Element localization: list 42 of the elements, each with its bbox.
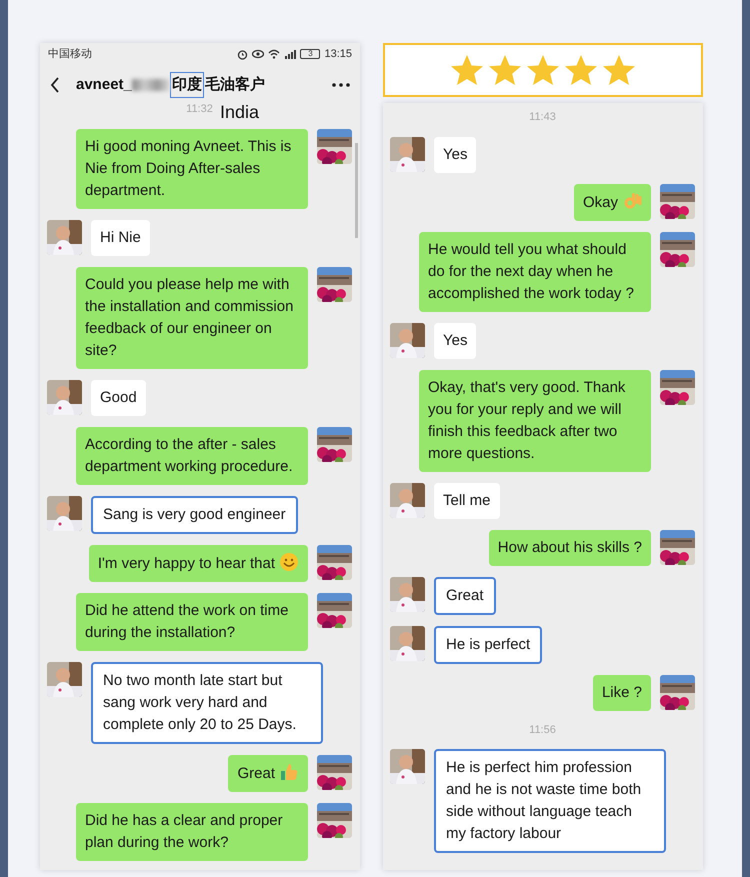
- message-text: Good: [100, 388, 137, 406]
- chat-title: 印度: [172, 74, 202, 96]
- message-text: Sang is very good engineer: [103, 506, 286, 522]
- ok-hand-icon: [622, 190, 642, 210]
- message-text: Did he attend the work on time during the installation?: [85, 602, 288, 640]
- message-text: Hi Nie: [100, 228, 141, 246]
- chat-title: avneet_: [76, 74, 132, 95]
- annotation-label: India: [220, 101, 260, 124]
- message-text: No two month late start but sang work very hard and complete only 20 to 25 Days.: [103, 672, 296, 732]
- timestamp: 11:43: [529, 110, 556, 125]
- status-time: 13:15: [324, 46, 352, 62]
- message-text: Yes: [443, 146, 468, 162]
- message-text: Could you please help me with the installation and commission feedback of our engineer on site?: [85, 276, 294, 358]
- message-text: How about his skills ?: [498, 538, 642, 556]
- back-icon[interactable]: [50, 77, 60, 93]
- more-icon[interactable]: [332, 83, 350, 87]
- chat-title: 毛油客户: [204, 74, 265, 95]
- message-text: He would tell you what should do for the next day when he accomplished the work today ?: [428, 240, 634, 302]
- message-text: Tell me: [443, 492, 491, 508]
- message-text: I'm very happy to hear that: [98, 554, 275, 572]
- eye-icon: [252, 49, 264, 59]
- message-text: Yes: [443, 332, 468, 348]
- timestamp: 11:32: [186, 102, 213, 117]
- alarm-icon: [237, 48, 248, 60]
- battery-icon: 3: [300, 49, 320, 59]
- message-text: According to the after - sales department working procedure.: [85, 436, 293, 474]
- thumbs-up-icon: [279, 762, 299, 782]
- message-text: He is perfect him profession and he is not waste time both side without language teach my factory labour: [446, 759, 642, 842]
- timestamp: 11:56: [529, 722, 556, 738]
- blurred-text: [132, 79, 170, 91]
- message-text: Hi good moning Avneet. This is Nie from Doing After-sales department.: [85, 138, 292, 198]
- message-text: He is perfect: [446, 636, 530, 652]
- smiley-icon: [279, 552, 299, 572]
- message-text: Great: [237, 764, 275, 782]
- carrier-name: 中国移动: [48, 46, 92, 62]
- message-text: Okay: [582, 194, 618, 210]
- signal-icon: [284, 49, 296, 59]
- message-text: Great: [446, 586, 484, 604]
- wifi-icon: [268, 49, 280, 59]
- message-text: Like ?: [602, 684, 642, 700]
- message-text: Did he has a clear and proper plan during the work?: [85, 812, 283, 850]
- message-text: Okay, that's very good. Thank you for your reply and we will finish this feedback after two more questions.: [428, 378, 626, 462]
